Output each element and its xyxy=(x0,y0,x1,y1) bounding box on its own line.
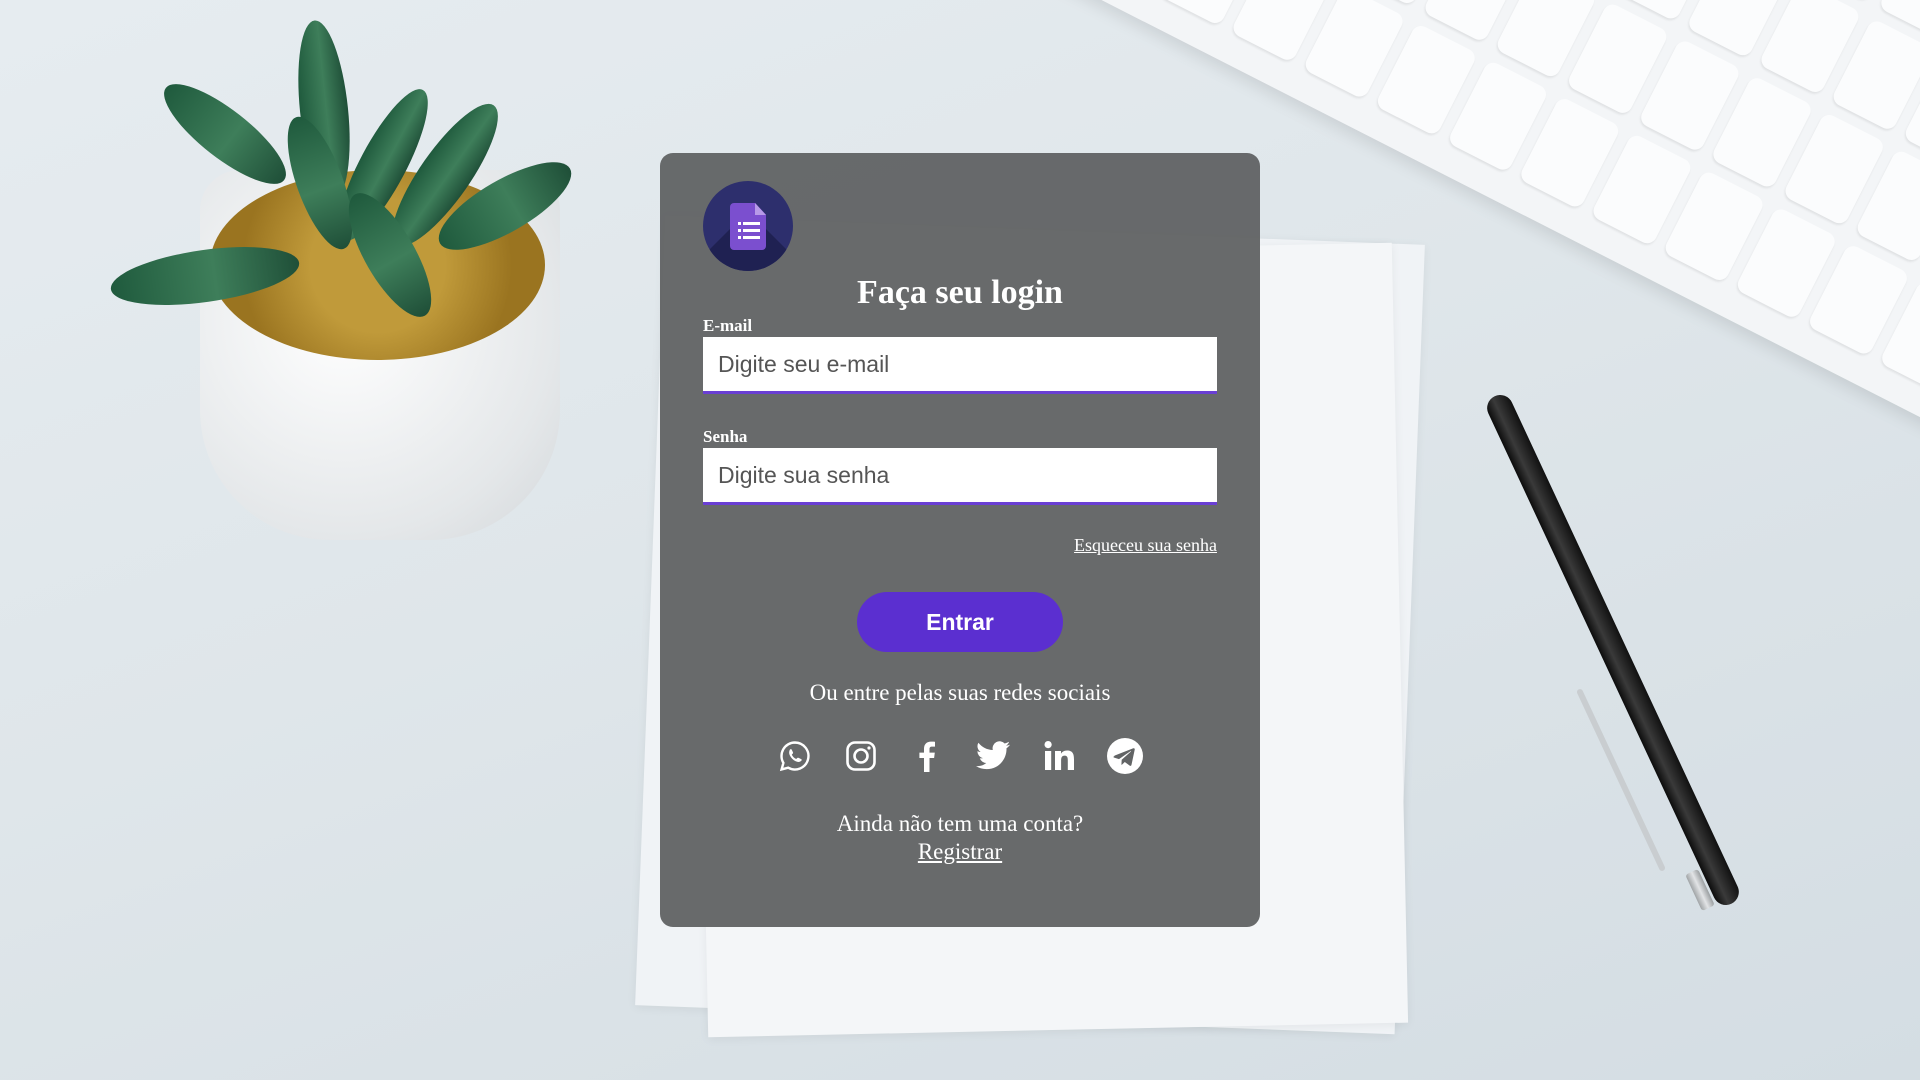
whatsapp-icon[interactable] xyxy=(775,736,815,776)
no-account-text: Ainda não tem uma conta? xyxy=(836,811,1084,836)
forgot-password-row: Esqueceu sua senha xyxy=(703,535,1217,556)
email-field[interactable] xyxy=(703,337,1217,394)
facebook-icon[interactable] xyxy=(907,736,947,776)
social-login-text: Ou entre pelas suas redes sociais xyxy=(809,680,1111,705)
forgot-password-link[interactable]: Esqueceu sua senha xyxy=(1074,535,1217,555)
email-label: E-mail xyxy=(703,316,753,335)
twitter-icon[interactable] xyxy=(973,736,1013,776)
page-title: Faça seu login xyxy=(857,274,1063,311)
password-field[interactable] xyxy=(703,448,1217,505)
register-link[interactable]: Registrar xyxy=(918,839,1002,864)
login-button[interactable]: Entrar xyxy=(857,592,1063,652)
telegram-icon[interactable] xyxy=(1105,736,1145,776)
register-prompt: Ainda não tem uma conta? Registrar xyxy=(703,810,1217,866)
social-icons-row xyxy=(703,736,1217,776)
instagram-icon[interactable] xyxy=(841,736,881,776)
forms-document-icon xyxy=(703,181,793,271)
pen-image xyxy=(1482,390,1744,910)
linkedin-icon[interactable] xyxy=(1039,736,1079,776)
password-label: Senha xyxy=(703,427,748,446)
login-card: Faça seu login E-mail Senha Esqueceu sua… xyxy=(660,153,1260,927)
